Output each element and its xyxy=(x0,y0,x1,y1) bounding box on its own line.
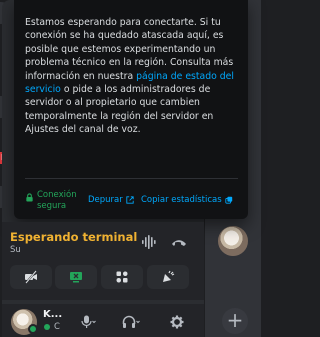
debug-link[interactable]: Depurar xyxy=(88,195,134,205)
deafen-button[interactable] xyxy=(122,313,140,331)
user-status-text: C xyxy=(54,322,60,332)
secure-connection: Conexión segura xyxy=(25,190,89,211)
add-attachment-button[interactable]: + xyxy=(222,308,248,334)
tooltip-footer: Conexión segura Depurar Copiar estadísti… xyxy=(25,190,241,212)
headphones-icon xyxy=(122,315,140,328)
external-link-icon xyxy=(126,196,134,204)
gear-icon xyxy=(170,315,184,329)
screen-share-icon xyxy=(70,272,82,283)
activities-button[interactable] xyxy=(101,265,143,289)
copy-icon xyxy=(225,196,232,204)
user-custom-status: C xyxy=(44,322,60,332)
soundboard-icon xyxy=(163,270,175,282)
user-settings-button[interactable] xyxy=(170,313,184,331)
debug-label: Depurar xyxy=(88,195,123,205)
voice-status[interactable]: Esperando terminal xyxy=(10,230,137,244)
lock-icon xyxy=(26,193,33,202)
message-avatar[interactable] xyxy=(216,224,250,258)
voice-channel-name[interactable]: Su xyxy=(10,245,21,255)
soundboard-button[interactable] xyxy=(147,265,189,289)
copy-stats-link[interactable]: Copiar estadísticas xyxy=(141,195,233,205)
status-dot xyxy=(44,324,50,330)
mute-button[interactable] xyxy=(80,313,96,331)
camera-off-button[interactable] xyxy=(10,265,52,289)
video-off-icon xyxy=(25,270,37,284)
share-screen-button[interactable] xyxy=(55,265,97,289)
disconnect-icon[interactable] xyxy=(170,234,188,250)
activities-icon xyxy=(116,271,128,283)
online-status-dot xyxy=(28,324,38,334)
noise-suppression-icon[interactable] xyxy=(141,234,157,250)
tooltip-divider xyxy=(25,178,238,179)
username[interactable]: K... xyxy=(43,309,62,320)
secure-connection-label: Conexión segura xyxy=(37,190,77,211)
connection-tooltip: Estamos esperando para conectarte. Si tu… xyxy=(14,0,248,219)
connection-message: Estamos esperando para conectarte. Si tu… xyxy=(25,16,241,137)
microphone-icon xyxy=(81,315,96,328)
copy-stats-label: Copiar estadísticas xyxy=(141,195,222,205)
